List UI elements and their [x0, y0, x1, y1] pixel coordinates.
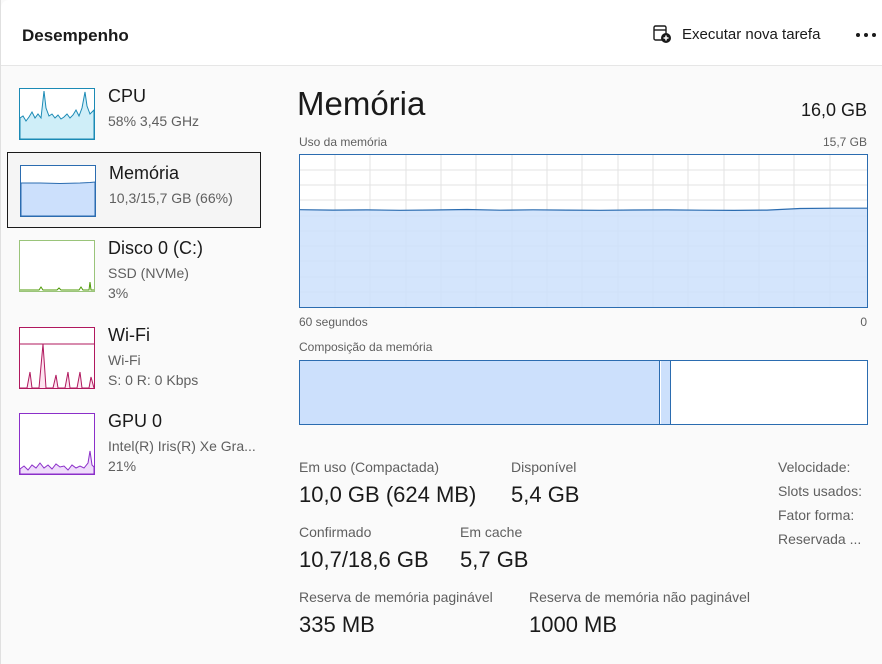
composition-label: Composição da memória — [299, 340, 433, 354]
in-use-value: 10,0 GB (624 MB) — [299, 482, 477, 507]
performance-sidebar: CPU 58% 3,45 GHz Memória 10,3/15,7 GB (6… — [1, 67, 271, 664]
committed-value: 10,7/18,6 GB — [299, 547, 429, 572]
sidebar-item-detail: Wi-Fi — [108, 352, 141, 368]
more-options-button[interactable] — [849, 18, 882, 50]
sidebar-item-label: Memória — [109, 163, 180, 183]
sidebar-item-detail: 58% 3,45 GHz — [108, 113, 200, 129]
sidebar-item-wifi[interactable]: Wi-Fi Wi-Fi S: 0 R: 0 Kbps — [7, 315, 261, 391]
in-use-label: Em uso (Compactada) — [299, 459, 440, 475]
composition-in-use-segment — [300, 361, 660, 424]
nonpaged-pool-value: 1000 MB — [529, 612, 618, 637]
memory-composition-bar — [299, 360, 868, 425]
sidebar-item-label: CPU — [108, 86, 147, 106]
sidebar-item-usage: 3% — [108, 285, 129, 301]
gpu-thumbnail-graph — [19, 413, 95, 475]
more-horizontal-icon — [855, 25, 877, 43]
new-task-icon — [652, 24, 672, 44]
header-bar: Desempenho Executar nova tarefa — [1, 0, 882, 66]
sidebar-item-gpu[interactable]: GPU 0 Intel(R) Iris(R) Xe Gra... 21% — [7, 401, 261, 477]
reserved-label: Reservada ... — [778, 531, 862, 547]
paged-pool-value: 335 MB — [299, 612, 375, 637]
memory-thumbnail-graph — [20, 165, 96, 217]
disk-thumbnail-graph — [19, 240, 95, 292]
sidebar-item-label: Disco 0 (C:) — [108, 238, 204, 258]
nonpaged-pool-label: Reserva de memória não paginável — [529, 589, 751, 605]
memory-title: Memória — [297, 85, 426, 122]
wifi-thumbnail-graph — [19, 327, 95, 389]
available-label: Disponível — [511, 459, 577, 475]
form-factor-label: Fator forma: — [778, 507, 855, 523]
sidebar-item-disk[interactable]: Disco 0 (C:) SSD (NVMe) 3% — [7, 228, 261, 304]
sidebar-item-cpu[interactable]: CPU 58% 3,45 GHz — [7, 76, 261, 152]
page-title: Desempenho — [22, 26, 129, 45]
usage-graph-max: 15,7 GB — [822, 135, 867, 149]
sidebar-item-throughput: S: 0 R: 0 Kbps — [108, 372, 199, 388]
task-manager-window: Desempenho Executar nova tarefa CPU 58% … — [0, 0, 882, 664]
cpu-thumbnail-graph — [19, 88, 95, 140]
sidebar-item-detail: 10,3/15,7 GB (66%) — [109, 190, 233, 206]
slots-used-label: Slots usados: — [778, 483, 863, 499]
sidebar-item-usage: 21% — [108, 458, 137, 474]
run-new-task-button[interactable]: Executar nova tarefa — [646, 18, 826, 50]
sidebar-item-label: GPU 0 — [108, 411, 163, 431]
cached-label: Em cache — [460, 524, 523, 540]
sidebar-item-detail: Intel(R) Iris(R) Xe Gra... — [108, 438, 256, 454]
speed-label: Velocidade: — [778, 459, 851, 475]
available-value: 5,4 GB — [511, 482, 580, 507]
composition-modified-segment — [661, 361, 671, 424]
run-new-task-label: Executar nova tarefa — [682, 25, 821, 43]
graph-axis-left: 60 segundos — [299, 315, 368, 329]
usage-graph-label: Uso da memória — [299, 135, 388, 149]
memory-usage-graph — [299, 154, 868, 308]
sidebar-item-label: Wi-Fi — [108, 325, 150, 345]
paged-pool-label: Reserva de memória paginável — [299, 589, 493, 605]
committed-label: Confirmado — [299, 524, 372, 540]
memory-total: 16,0 GB — [800, 100, 867, 120]
memory-detail-panel: Memória 16,0 GB Uso da memória 15,7 GB 6… — [271, 67, 882, 664]
cached-value: 5,7 GB — [460, 547, 529, 572]
sidebar-item-memory[interactable]: Memória 10,3/15,7 GB (66%) — [7, 152, 261, 228]
graph-axis-right: 0 — [860, 315, 867, 329]
sidebar-item-detail: SSD (NVMe) — [108, 265, 189, 281]
